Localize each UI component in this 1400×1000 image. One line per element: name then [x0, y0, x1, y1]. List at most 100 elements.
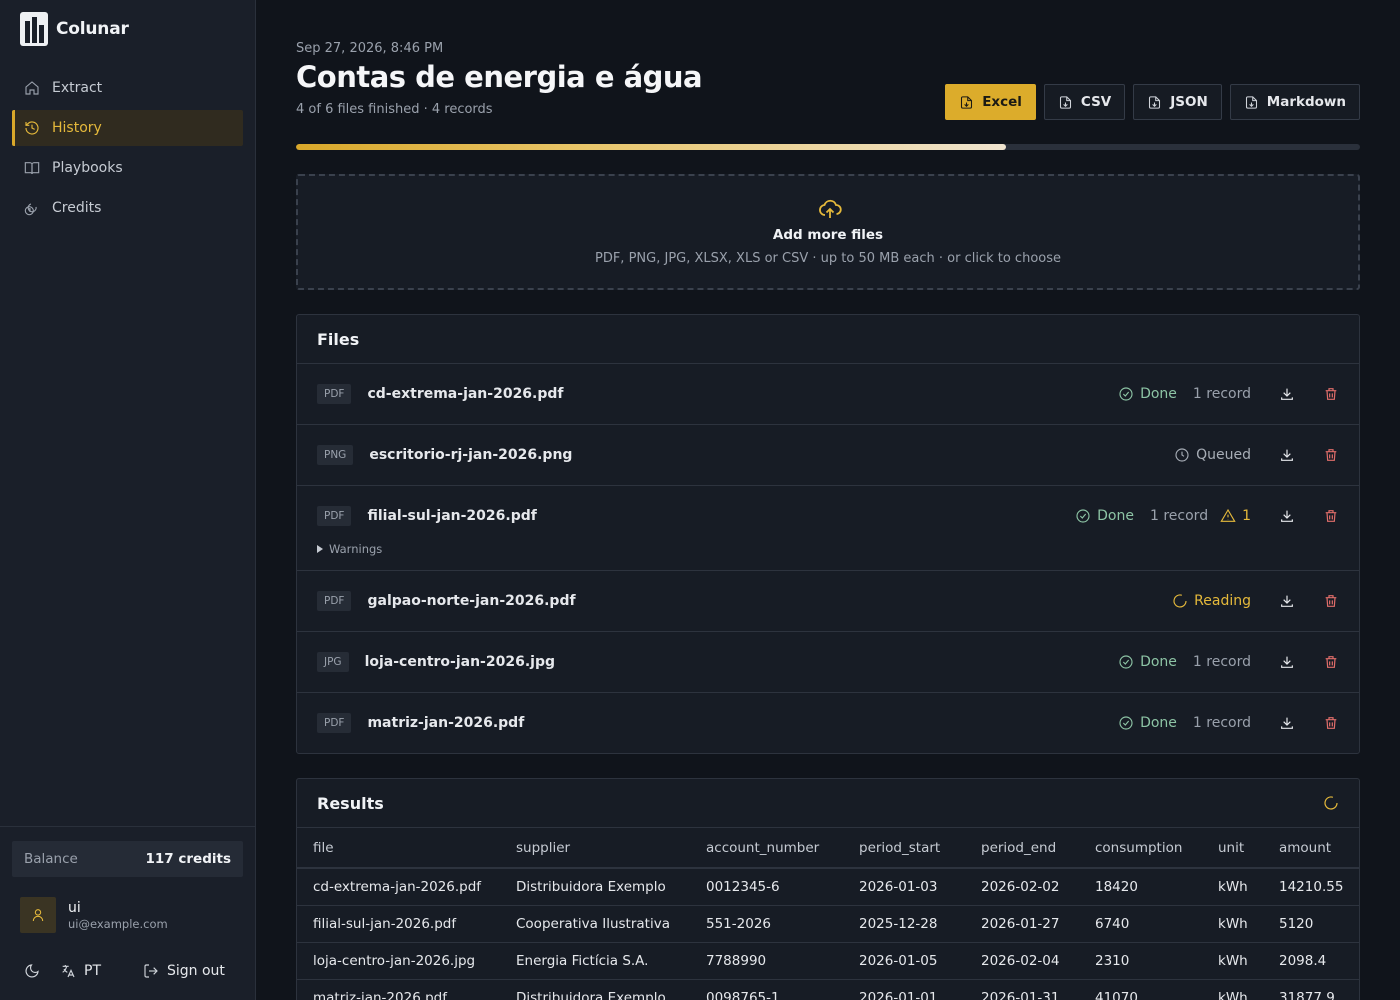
warning-icon — [1220, 508, 1236, 522]
balance-panel: Balance 117 credits — [12, 841, 243, 877]
delete-button[interactable] — [1323, 593, 1339, 609]
status-label: Done — [1140, 715, 1177, 731]
status-badge: Done — [1118, 715, 1177, 731]
brand[interactable]: Colunar — [20, 12, 129, 46]
book-icon — [24, 160, 40, 176]
column-header[interactable]: consumption — [1079, 828, 1202, 869]
file-row: PNG escritorio-rj-jan-2026.png Queued — [297, 425, 1359, 486]
record-count: 1 record — [1192, 386, 1251, 402]
download-button[interactable] — [1279, 508, 1295, 524]
trash-icon — [1325, 449, 1337, 461]
sidebar-item-label: Playbooks — [52, 160, 123, 176]
cell-period-end: 2026-01-31 — [965, 979, 1079, 1000]
results-panel: Results file supplier account_number per… — [296, 778, 1360, 1000]
status-label: Done — [1140, 386, 1177, 402]
column-header[interactable]: period_end — [965, 828, 1079, 869]
sidebar-footer: Balance 117 credits ui ui@example.com PT… — [0, 826, 256, 1000]
status-label: Reading — [1194, 593, 1251, 609]
moon-icon — [25, 964, 39, 978]
table-header-row: file supplier account_number period_star… — [297, 828, 1359, 869]
status-badge: Reading — [1172, 593, 1251, 609]
cell-period-start: 2026-01-01 — [843, 979, 965, 1000]
cell-consumption: 18420 — [1079, 868, 1202, 906]
warning-count: 1 — [1220, 508, 1251, 524]
column-header[interactable]: file — [297, 828, 500, 869]
delete-button[interactable] — [1323, 386, 1339, 402]
warnings-toggle[interactable]: Warnings — [317, 542, 382, 556]
table-row: filial-sul-jan-2026.pdf Cooperativa Ilus… — [297, 905, 1359, 943]
export-markdown-button[interactable]: Markdown — [1229, 84, 1360, 120]
cell-period-start: 2025-12-28 — [843, 905, 965, 943]
sidebar: Colunar Extract History Playbooks Credit… — [0, 0, 256, 1000]
files-panel: Files PDF cd-extrema-jan-2026.pdf Done 1… — [296, 314, 1360, 754]
cell-file: matriz-jan-2026.pdf — [297, 979, 500, 1000]
user-email: ui@example.com — [68, 917, 168, 931]
trash-icon — [1325, 595, 1337, 607]
sidebar-item-label: Extract — [52, 80, 103, 96]
colunar-logo-icon — [20, 12, 48, 46]
file-row: PDF galpao-norte-jan-2026.pdf Reading — [297, 571, 1359, 632]
warning-count-label: 1 — [1242, 508, 1251, 524]
download-icon — [1281, 388, 1293, 400]
clock-icon — [1175, 448, 1189, 462]
column-header[interactable]: supplier — [500, 828, 690, 869]
download-icon — [1281, 510, 1293, 522]
download-button[interactable] — [1279, 654, 1295, 670]
file-dropzone[interactable]: Add more files PDF, PNG, JPG, XLSX, XLS … — [296, 174, 1360, 290]
cell-period-end: 2026-02-02 — [965, 868, 1079, 906]
delete-button[interactable] — [1323, 654, 1339, 670]
file-type-badge: PDF — [317, 384, 352, 404]
sidebar-item-extract[interactable]: Extract — [12, 70, 243, 106]
download-icon — [1281, 449, 1293, 461]
export-excel-button[interactable]: Excel — [945, 84, 1036, 120]
export-json-label: JSON — [1170, 94, 1208, 110]
download-icon — [1281, 717, 1293, 729]
delete-button[interactable] — [1323, 715, 1339, 731]
download-button[interactable] — [1279, 715, 1295, 731]
cell-supplier: Energia Fictícia S.A. — [500, 942, 690, 980]
theme-toggle-button[interactable] — [24, 963, 40, 979]
status-badge: Queued — [1174, 447, 1251, 463]
cell-file: filial-sul-jan-2026.pdf — [297, 905, 500, 943]
cell-supplier: Cooperativa Ilustrativa — [500, 905, 690, 943]
cell-amount: 2098.4 — [1263, 942, 1359, 980]
column-header[interactable]: account_number — [690, 828, 843, 869]
table-row: matriz-jan-2026.pdf Distribuidora Exempl… — [297, 979, 1359, 1000]
export-csv-button[interactable]: CSV — [1043, 84, 1126, 120]
export-json-button[interactable]: JSON — [1133, 84, 1222, 120]
sidebar-item-credits[interactable]: Credits — [12, 190, 243, 226]
file-type-badge: PDF — [317, 591, 352, 611]
sidebar-item-playbooks[interactable]: Playbooks — [12, 150, 243, 186]
column-header[interactable]: amount — [1263, 828, 1359, 869]
download-icon — [1281, 595, 1293, 607]
file-name: filial-sul-jan-2026.pdf — [367, 508, 537, 524]
column-header[interactable]: unit — [1202, 828, 1263, 869]
delete-button[interactable] — [1323, 447, 1339, 463]
sidebar-item-history[interactable]: History — [12, 110, 243, 146]
cell-period-start: 2026-01-05 — [843, 942, 965, 980]
column-header[interactable]: period_start — [843, 828, 965, 869]
download-button[interactable] — [1279, 447, 1295, 463]
cell-account-number: 7788990 — [690, 942, 843, 980]
export-csv-label: CSV — [1080, 94, 1112, 110]
cell-amount: 5120 — [1263, 905, 1359, 943]
export-markdown-label: Markdown — [1266, 94, 1346, 110]
file-type-badge: PDF — [317, 506, 352, 526]
language-button[interactable]: PT — [60, 963, 101, 979]
cell-period-start: 2026-01-03 — [843, 868, 965, 906]
delete-button[interactable] — [1323, 508, 1339, 524]
balance-label: Balance — [24, 851, 78, 867]
cell-account-number: 551-2026 — [690, 905, 843, 943]
file-name: cd-extrema-jan-2026.pdf — [367, 386, 564, 402]
app-name: Colunar — [56, 19, 129, 39]
cell-period-end: 2026-01-27 — [965, 905, 1079, 943]
sign-out-button[interactable]: Sign out — [143, 963, 225, 979]
file-type-badge: PNG — [317, 445, 354, 465]
status-badge: Done — [1118, 654, 1177, 670]
download-button[interactable] — [1279, 386, 1295, 402]
download-button[interactable] — [1279, 593, 1295, 609]
cell-consumption: 41070 — [1079, 979, 1202, 1000]
file-download-icon — [1245, 95, 1257, 109]
warnings-label: Warnings — [329, 542, 383, 556]
results-panel-header: Results — [297, 779, 1359, 828]
